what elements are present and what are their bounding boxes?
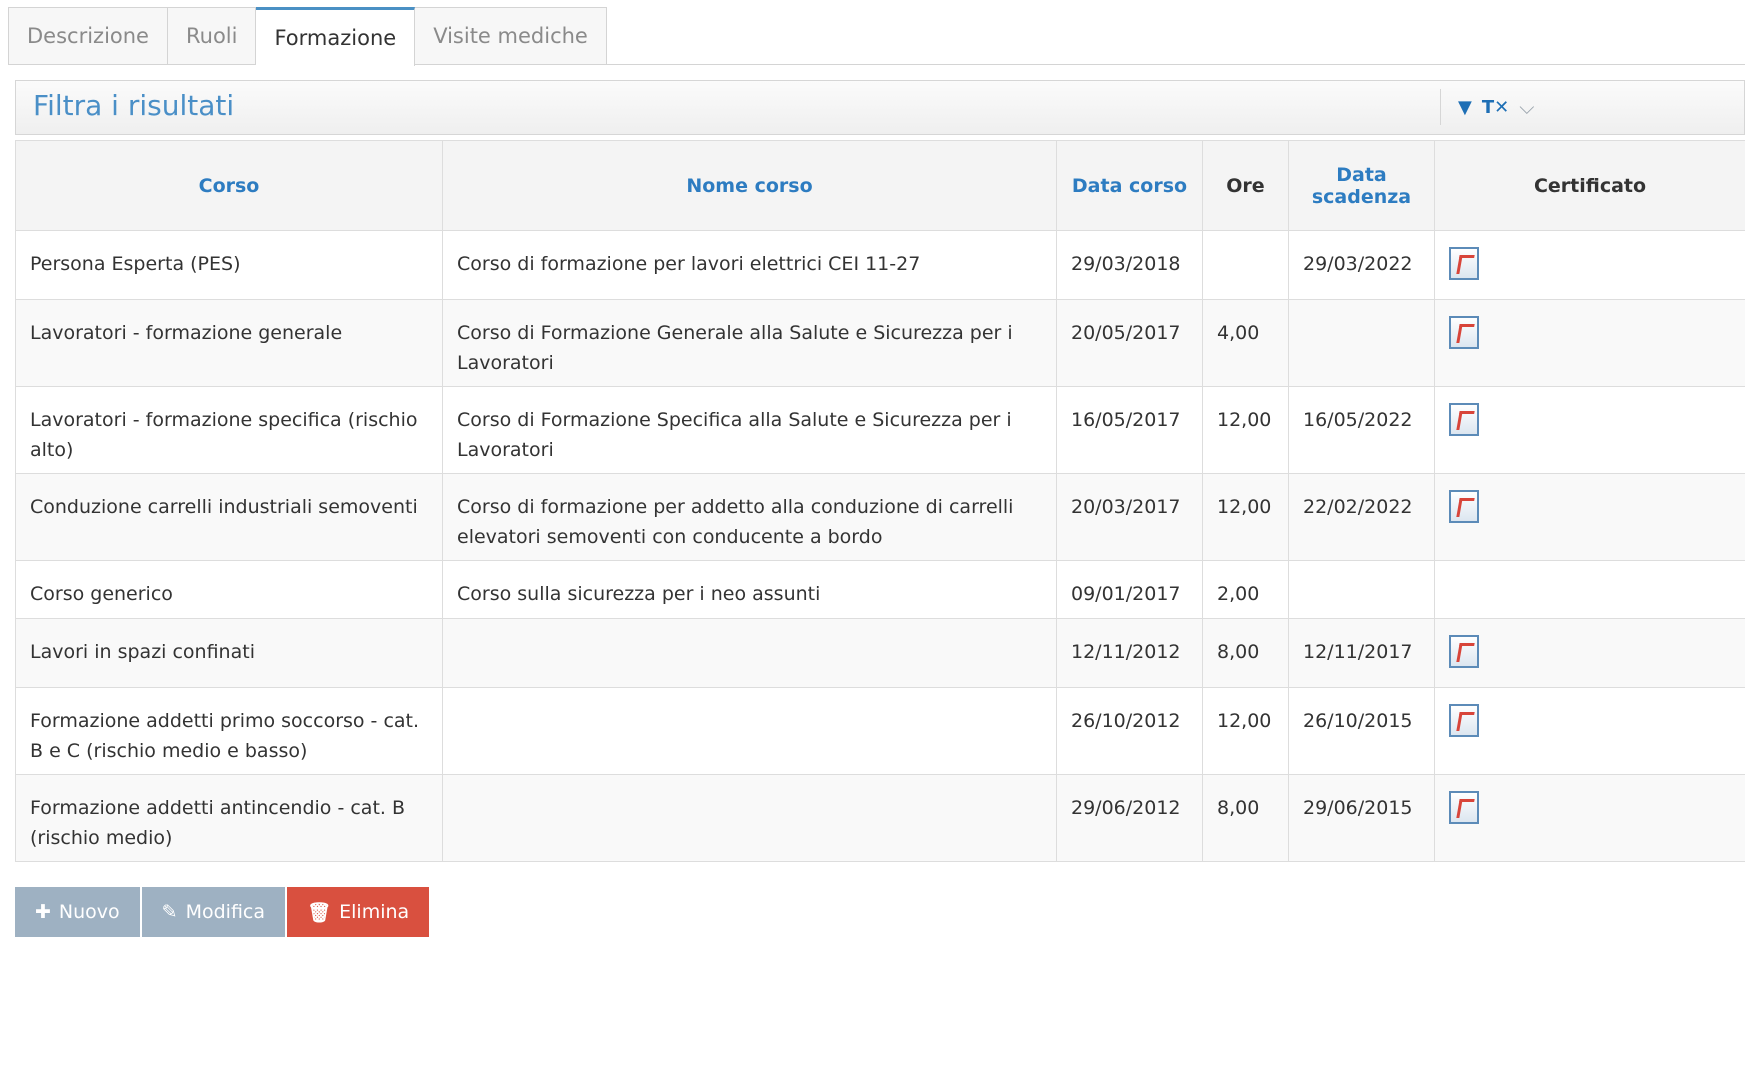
cell-data-corso: 29/06/2012: [1056, 774, 1203, 862]
cell-corso: Formazione addetti primo soccorso - cat.…: [15, 687, 443, 775]
column-header-certificato: Certificato: [1434, 140, 1745, 231]
cell-certificato: [1434, 618, 1745, 688]
cell-data-scadenza: 29/03/2022: [1288, 230, 1435, 300]
chevron-down-icon[interactable]: ⌵: [1519, 95, 1534, 119]
tab-bar: Descrizione Ruoli Formazione Visite medi…: [8, 7, 607, 66]
pdf-icon[interactable]: [1449, 791, 1479, 824]
plus-icon: ✚: [35, 901, 51, 923]
edit-icon: ✎: [161, 901, 178, 923]
table-row[interactable]: Lavori in spazi confinati 12/11/2012 8,0…: [15, 618, 1745, 688]
cell-nome-corso: Corso di formazione per lavori elettrici…: [442, 230, 1057, 300]
cell-data-scadenza: 26/10/2015: [1288, 687, 1435, 775]
cell-nome-corso: Corso di Formazione Generale alla Salute…: [442, 299, 1057, 387]
tab-visite-mediche[interactable]: Visite mediche: [415, 7, 607, 64]
cell-corso: Corso generico: [15, 560, 443, 619]
cell-corso: Persona Esperta (PES): [15, 230, 443, 300]
cell-data-scadenza: 29/06/2015: [1288, 774, 1435, 862]
cell-data-corso: 29/03/2018: [1056, 230, 1203, 300]
pdf-icon[interactable]: [1449, 704, 1479, 737]
cell-certificato: [1434, 687, 1745, 775]
column-header-data-corso[interactable]: Data corso: [1056, 140, 1203, 231]
pdf-icon[interactable]: [1449, 403, 1479, 436]
pdf-icon[interactable]: [1449, 490, 1479, 523]
cell-certificato: [1434, 386, 1745, 474]
cell-nome-corso: [442, 618, 1057, 688]
table-row[interactable]: Corso generico Corso sulla sicurezza per…: [15, 560, 1745, 619]
table-row[interactable]: Lavoratori - formazione generale Corso d…: [15, 299, 1745, 387]
cell-data-corso: 12/11/2012: [1056, 618, 1203, 688]
cell-data-scadenza: 12/11/2017: [1288, 618, 1435, 688]
cell-nome-corso: [442, 774, 1057, 862]
nuovo-button[interactable]: ✚ Nuovo: [15, 887, 140, 937]
pdf-icon[interactable]: [1449, 635, 1479, 668]
cell-certificato: [1434, 473, 1745, 561]
filter-tools: ▼ T✕ ⌵: [1440, 89, 1534, 125]
cell-data-scadenza: 16/05/2022: [1288, 386, 1435, 474]
cell-corso: Conduzione carrelli industriali semovent…: [15, 473, 443, 561]
tab-ruoli[interactable]: Ruoli: [167, 7, 257, 64]
table-row[interactable]: Lavoratori - formazione specifica (risch…: [15, 386, 1745, 474]
cell-certificato: [1434, 230, 1745, 300]
cell-corso: Formazione addetti antincendio - cat. B …: [15, 774, 443, 862]
cell-ore: [1202, 230, 1289, 300]
cell-data-corso: 20/05/2017: [1056, 299, 1203, 387]
filter-icon[interactable]: ▼: [1458, 97, 1472, 118]
cell-nome-corso: Corso di formazione per addetto alla con…: [442, 473, 1057, 561]
cell-data-corso: 20/03/2017: [1056, 473, 1203, 561]
table-row[interactable]: Conduzione carrelli industriali semovent…: [15, 473, 1745, 561]
tab-descrizione[interactable]: Descrizione: [8, 7, 168, 64]
column-header-corso[interactable]: Corso: [15, 140, 443, 231]
cell-ore: 2,00: [1202, 560, 1289, 619]
cell-certificato: [1434, 560, 1745, 619]
cell-data-scadenza: [1288, 299, 1435, 387]
cell-corso: Lavoratori - formazione specifica (risch…: [15, 386, 443, 474]
cell-ore: 4,00: [1202, 299, 1289, 387]
column-header-ore: Ore: [1202, 140, 1289, 231]
cell-corso: Lavori in spazi confinati: [15, 618, 443, 688]
cell-nome-corso: Corso sulla sicurezza per i neo assunti: [442, 560, 1057, 619]
modifica-button-label: Modifica: [185, 901, 266, 923]
filter-panel[interactable]: Filtra i risultati ▼ T✕ ⌵: [15, 80, 1745, 135]
filter-title: Filtra i risultati: [33, 89, 235, 122]
cell-data-corso: 26/10/2012: [1056, 687, 1203, 775]
nuovo-button-label: Nuovo: [58, 901, 120, 923]
cell-data-scadenza: 22/02/2022: [1288, 473, 1435, 561]
table-row[interactable]: Persona Esperta (PES) Corso di formazion…: [15, 230, 1745, 300]
cell-nome-corso: Corso di Formazione Specifica alla Salut…: [442, 386, 1057, 474]
elimina-button[interactable]: 🗑 Elimina: [287, 887, 430, 937]
cell-data-corso: 09/01/2017: [1056, 560, 1203, 619]
cell-ore: 12,00: [1202, 687, 1289, 775]
trash-icon: 🗑: [307, 901, 332, 924]
cell-certificato: [1434, 299, 1745, 387]
cell-ore: 8,00: [1202, 618, 1289, 688]
table-header-row: Corso Nome corso Data corso Ore Data sca…: [15, 140, 1745, 231]
modifica-button[interactable]: ✎ Modifica: [141, 887, 286, 937]
cell-ore: 12,00: [1202, 386, 1289, 474]
tab-formazione[interactable]: Formazione: [256, 7, 416, 66]
action-buttons: ✚ Nuovo ✎ Modifica 🗑 Elimina: [15, 887, 430, 937]
column-header-nome-corso[interactable]: Nome corso: [442, 140, 1057, 231]
cell-data-scadenza: [1288, 560, 1435, 619]
elimina-button-label: Elimina: [339, 901, 410, 923]
cell-nome-corso: [442, 687, 1057, 775]
cell-ore: 12,00: [1202, 473, 1289, 561]
courses-table: Corso Nome corso Data corso Ore Data sca…: [15, 140, 1745, 862]
cell-ore: 8,00: [1202, 774, 1289, 862]
clear-filter-icon[interactable]: T✕: [1482, 97, 1509, 118]
cell-certificato: [1434, 774, 1745, 862]
pdf-icon[interactable]: [1449, 247, 1479, 280]
pdf-icon[interactable]: [1449, 316, 1479, 349]
table-row[interactable]: Formazione addetti antincendio - cat. B …: [15, 774, 1745, 862]
table-row[interactable]: Formazione addetti primo soccorso - cat.…: [15, 687, 1745, 775]
cell-corso: Lavoratori - formazione generale: [15, 299, 443, 387]
cell-data-corso: 16/05/2017: [1056, 386, 1203, 474]
column-header-data-scadenza[interactable]: Data scadenza: [1288, 140, 1435, 231]
